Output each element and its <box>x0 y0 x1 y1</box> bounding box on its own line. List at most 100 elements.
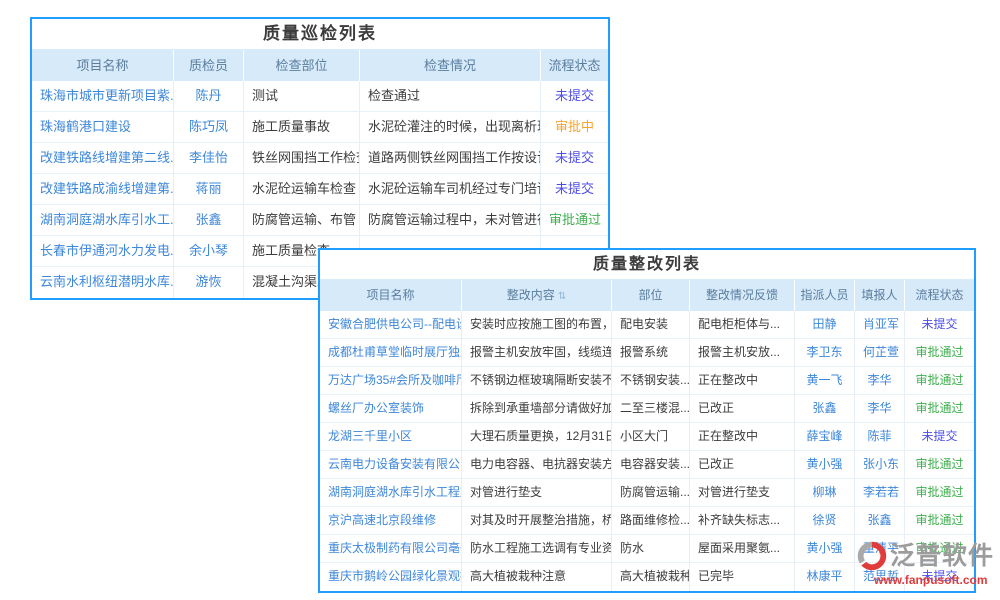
inspector-link[interactable]: 余小琴 <box>174 236 244 266</box>
part-cell: 高大植被栽种 <box>612 563 690 591</box>
project-link[interactable]: 珠海鹤港口建设 <box>32 112 174 142</box>
reporter-link[interactable]: 陈菲 <box>855 423 905 450</box>
content-cell: 拆除到承重墙部分请做好加固... <box>462 395 612 422</box>
assignee-link[interactable]: 张鑫 <box>795 395 855 422</box>
project-link[interactable]: 云南水利枢纽潜明水库... <box>32 267 174 298</box>
reporter-link[interactable]: 李华 <box>855 367 905 394</box>
feedback-cell: 已改正 <box>690 451 795 478</box>
feedback-cell: 补齐缺失标志... <box>690 507 795 534</box>
inspector-link[interactable]: 陈巧凤 <box>174 112 244 142</box>
project-link[interactable]: 改建铁路线增建第二线... <box>32 143 174 173</box>
project-link[interactable]: 龙湖三千里小区 <box>320 423 462 450</box>
content-cell: 电力电容器、电抗器安装方案,... <box>462 451 612 478</box>
column-header-assignee: 指派人员 <box>795 280 855 311</box>
project-link[interactable]: 珠海市城市更新项目紫... <box>32 81 174 111</box>
part-cell: 报警系统 <box>612 339 690 366</box>
table-row: 改建铁路线增建第二线...李佳怡铁丝网围挡工作检查道路两侧铁丝网围挡工作按设计.… <box>32 143 608 174</box>
inspector-link[interactable]: 陈丹 <box>174 81 244 111</box>
inspector-link[interactable]: 李佳怡 <box>174 143 244 173</box>
content-cell: 安装时应按施工图的布置，将... <box>462 311 612 338</box>
project-link[interactable]: 重庆太极制药有限公司亳州中... <box>320 535 462 562</box>
assignee-link[interactable]: 黄小强 <box>795 535 855 562</box>
part-cell: 电容器安装... <box>612 451 690 478</box>
table-row: 龙湖三千里小区大理石质量更换，12月31日之...小区大门正在整改中薛宝峰陈菲未… <box>320 423 974 451</box>
situation-cell: 检查通过 <box>360 81 541 111</box>
table-row: 安徽合肥供电公司--配电设备...安装时应按施工图的布置，将...配电安装配电柜… <box>320 311 974 339</box>
sort-icon[interactable]: ⇅ <box>558 291 566 302</box>
watermark-brand: 泛普软件 <box>890 544 994 569</box>
reporter-link[interactable]: 李华 <box>855 395 905 422</box>
reporter-link[interactable]: 肖亚军 <box>855 311 905 338</box>
inspector-link[interactable]: 张鑫 <box>174 205 244 235</box>
column-header-part: 检查部位 <box>244 50 360 81</box>
assignee-link[interactable]: 徐贤 <box>795 507 855 534</box>
project-link[interactable]: 成都杜甫草堂临时展厅独立展... <box>320 339 462 366</box>
assignee-link[interactable]: 林康平 <box>795 563 855 591</box>
feedback-cell: 正在整改中 <box>690 423 795 450</box>
column-header-content[interactable]: 整改内容⇅ <box>462 280 612 311</box>
reporter-link[interactable]: 李若若 <box>855 479 905 506</box>
column-header-inspector: 质检员 <box>174 50 244 81</box>
table-row: 珠海鹤港口建设陈巧凤施工质量事故水泥砼灌注的时候，出现离析现象审批中 <box>32 112 608 143</box>
content-cell: 报警主机安放牢固，线缆连接... <box>462 339 612 366</box>
watermark-url: www.fanpusoft.com <box>856 574 994 586</box>
status-text: 审批中 <box>541 112 608 142</box>
status-text: 审批通过 <box>905 479 974 506</box>
situation-cell: 道路两侧铁丝网围挡工作按设计... <box>360 143 541 173</box>
part-cell: 防腐管运输、布管 <box>244 205 360 235</box>
feedback-cell: 对管进行垫支 <box>690 479 795 506</box>
feedback-cell: 已改正 <box>690 395 795 422</box>
inspection-table-title: 质量巡检列表 <box>32 19 608 50</box>
project-link[interactable]: 京沪高速北京段维修 <box>320 507 462 534</box>
assignee-link[interactable]: 李卫东 <box>795 339 855 366</box>
project-link[interactable]: 云南电力设备安装有限公司20... <box>320 451 462 478</box>
status-text: 审批通过 <box>905 395 974 422</box>
project-link[interactable]: 湖南洞庭湖水库引水工... <box>32 205 174 235</box>
content-cell: 对管进行垫支 <box>462 479 612 506</box>
project-link[interactable]: 螺丝厂办公室装饰 <box>320 395 462 422</box>
reporter-link[interactable]: 张小东 <box>855 451 905 478</box>
fanpu-logo-icon <box>856 540 888 572</box>
table-row: 湖南洞庭湖水库引水工...张鑫防腐管运输、布管防腐管运输过程中，未对管进行...… <box>32 205 608 236</box>
part-cell: 防水 <box>612 535 690 562</box>
column-header-project: 项目名称 <box>320 280 462 311</box>
feedback-cell: 报警主机安放... <box>690 339 795 366</box>
status-text: 审批通过 <box>541 205 608 235</box>
feedback-cell: 已完毕 <box>690 563 795 591</box>
assignee-link[interactable]: 黄小强 <box>795 451 855 478</box>
inspector-link[interactable]: 蒋丽 <box>174 174 244 204</box>
status-text: 审批通过 <box>905 507 974 534</box>
assignee-link[interactable]: 黄一飞 <box>795 367 855 394</box>
inspector-link[interactable]: 游恢 <box>174 267 244 298</box>
assignee-link[interactable]: 柳琳 <box>795 479 855 506</box>
status-text: 审批通过 <box>905 451 974 478</box>
fanpu-watermark: 泛普软件 www.fanpusoft.com <box>856 540 994 586</box>
status-text: 审批通过 <box>905 367 974 394</box>
reporter-link[interactable]: 张鑫 <box>855 507 905 534</box>
project-link[interactable]: 湖南洞庭湖水库引水工程施工I标 <box>320 479 462 506</box>
status-text: 未提交 <box>541 81 608 111</box>
status-text: 审批通过 <box>905 339 974 366</box>
status-text: 未提交 <box>905 311 974 338</box>
rectification-table-header: 项目名称 整改内容⇅ 部位 整改情况反馈 指派人员 填报人 流程状态 <box>320 280 974 311</box>
reporter-link[interactable]: 何芷萱 <box>855 339 905 366</box>
project-link[interactable]: 重庆市鹅岭公园绿化景观提升... <box>320 563 462 591</box>
assignee-link[interactable]: 薛宝峰 <box>795 423 855 450</box>
column-header-feedback: 整改情况反馈 <box>690 280 795 311</box>
column-header-project: 项目名称 <box>32 50 174 81</box>
project-link[interactable]: 安徽合肥供电公司--配电设备... <box>320 311 462 338</box>
table-row: 京沪高速北京段维修对其及时开展整治措施，桥头...路面维修检...补齐缺失标志.… <box>320 507 974 535</box>
project-link[interactable]: 万达广场35#会所及咖啡厅空... <box>320 367 462 394</box>
content-cell: 对其及时开展整治措施，桥头... <box>462 507 612 534</box>
page: 质量巡检列表 项目名称 质检员 检查部位 检查情况 流程状态 珠海市城市更新项目… <box>0 0 1000 600</box>
project-link[interactable]: 改建铁路成渝线增建第... <box>32 174 174 204</box>
part-cell: 小区大门 <box>612 423 690 450</box>
feedback-cell: 配电柜柜体与... <box>690 311 795 338</box>
project-link[interactable]: 长春市伊通河水力发电... <box>32 236 174 266</box>
part-cell: 路面维修检... <box>612 507 690 534</box>
inspection-table-header: 项目名称 质检员 检查部位 检查情况 流程状态 <box>32 50 608 81</box>
part-cell: 测试 <box>244 81 360 111</box>
part-cell: 施工质量事故 <box>244 112 360 142</box>
content-cell: 不锈钢边框玻璃隔断安装不牢... <box>462 367 612 394</box>
assignee-link[interactable]: 田静 <box>795 311 855 338</box>
